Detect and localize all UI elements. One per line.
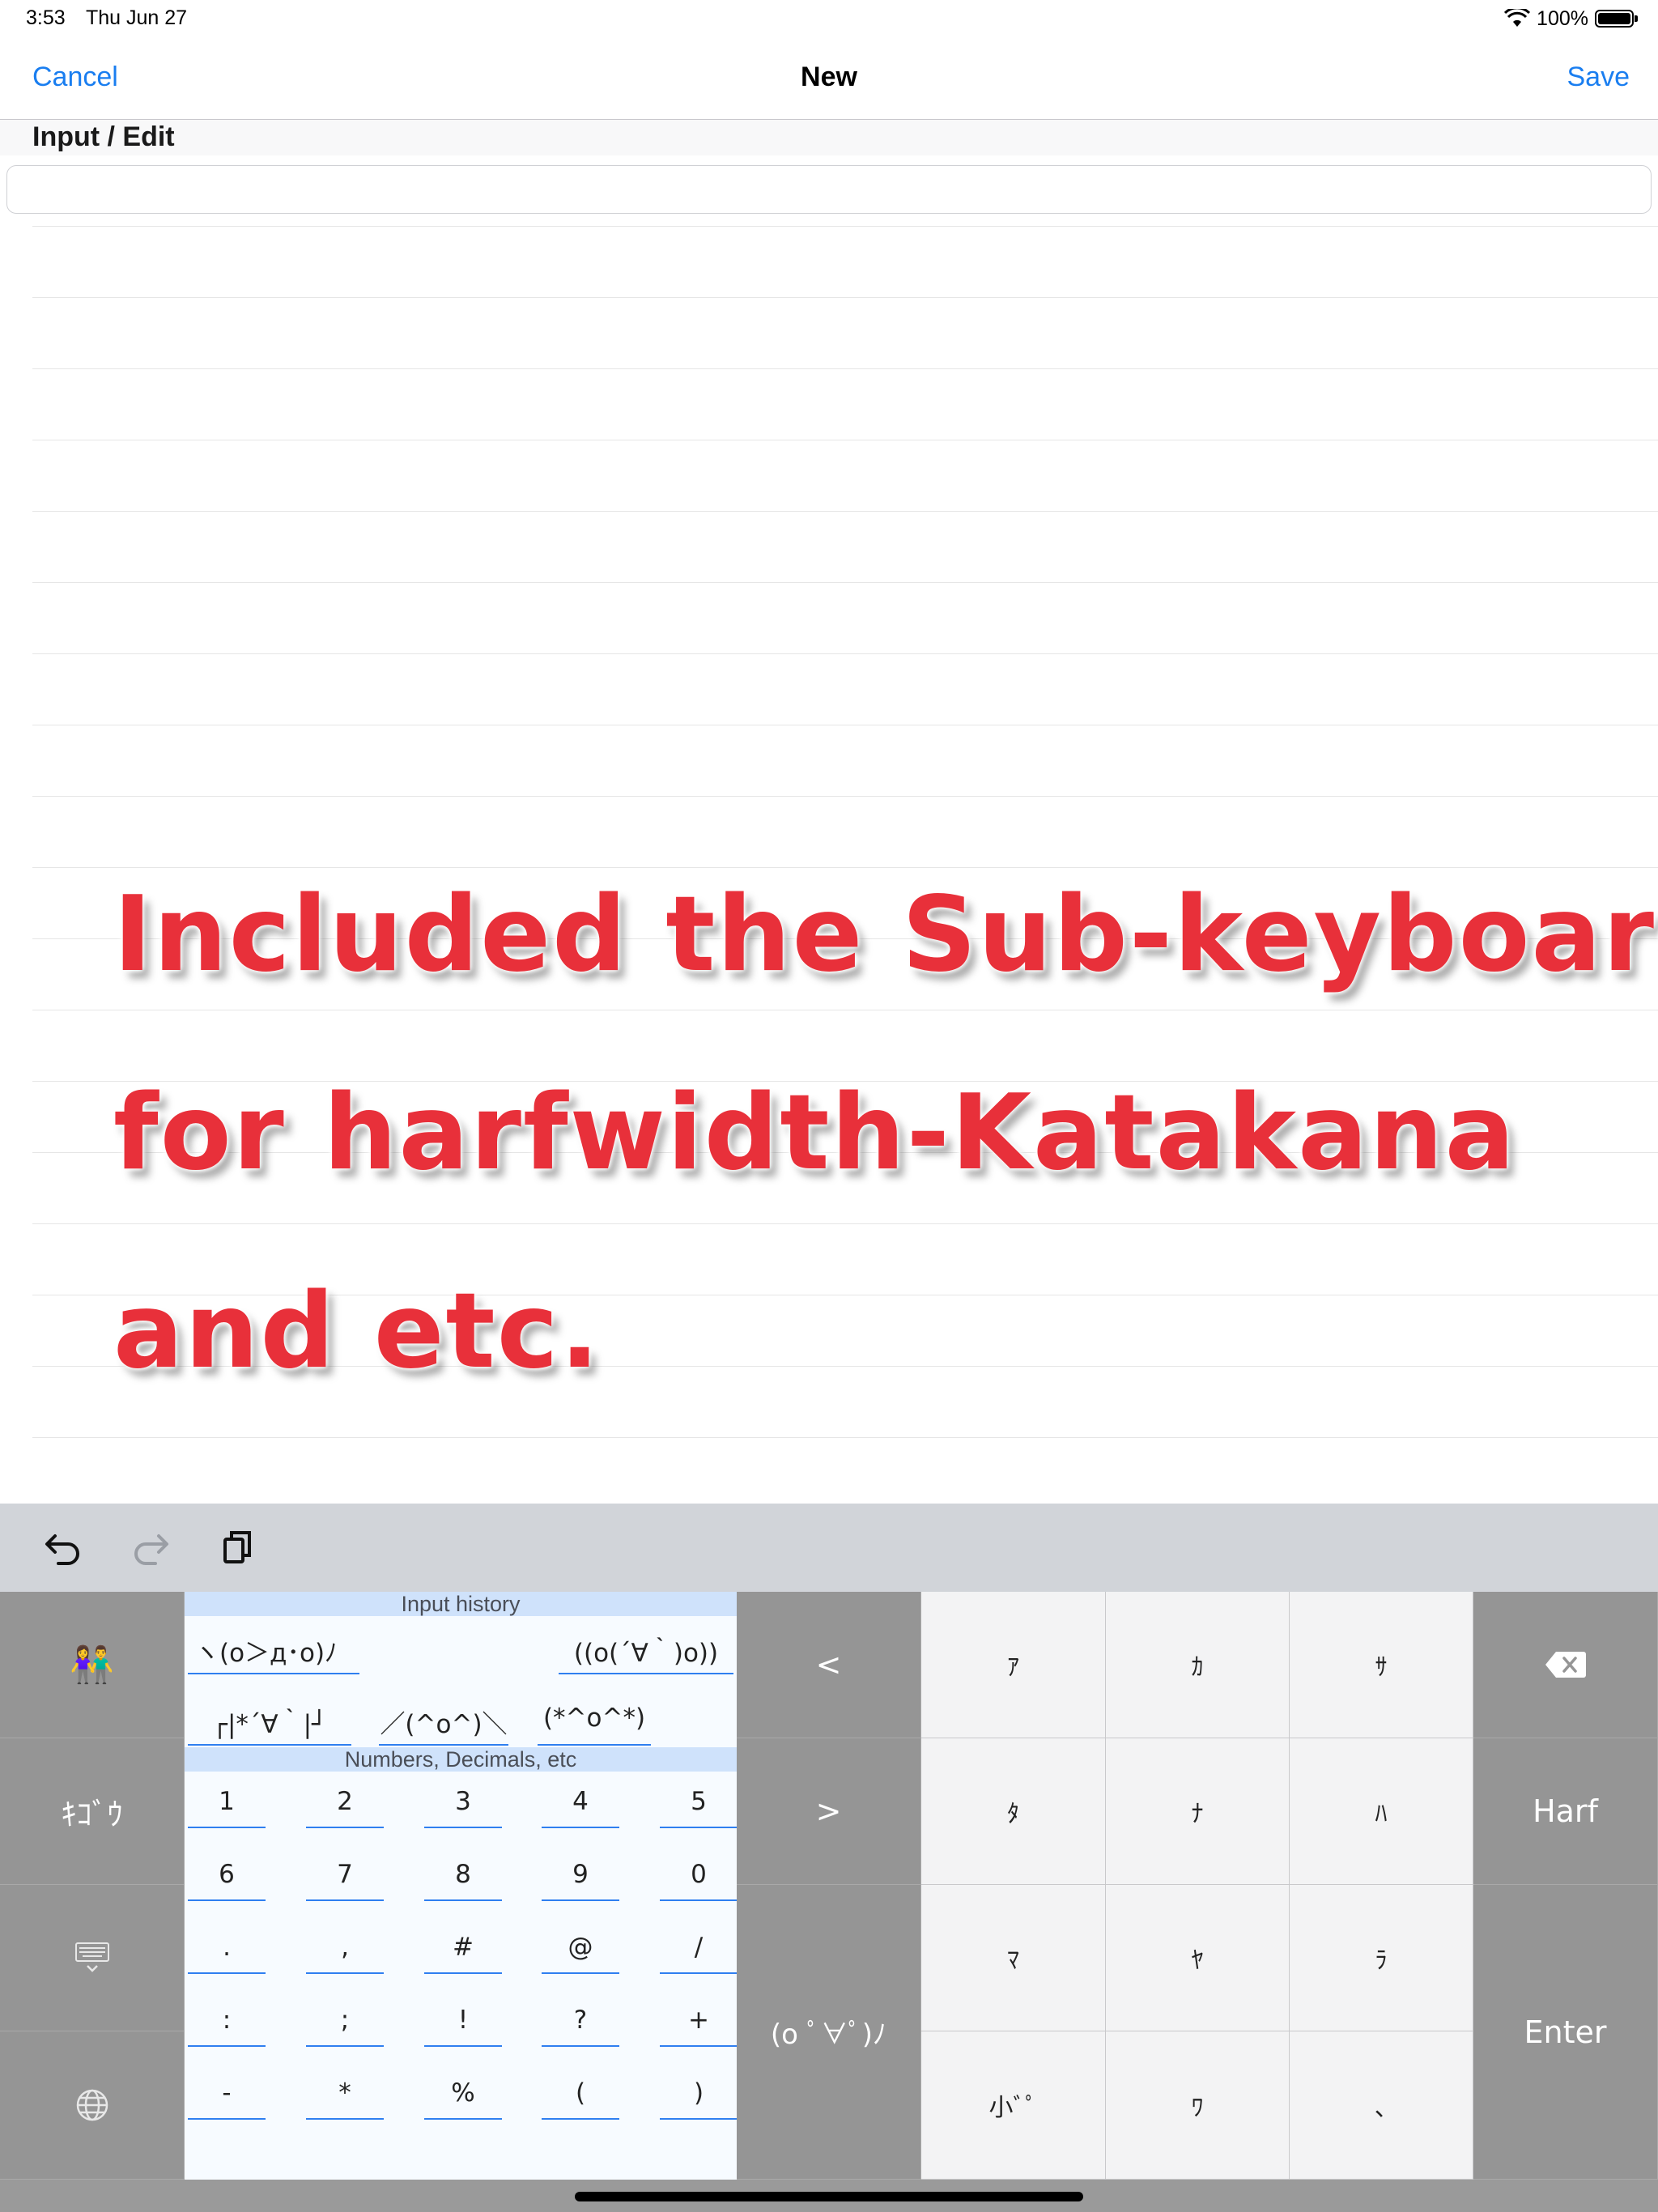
kana-key-ma[interactable]: ﾏ (921, 1885, 1106, 2031)
promo-line-3: and etc. (113, 1271, 602, 1392)
sub-keyboard-panel: Input history ヽ(o＞д･o)ﾉ ((o(´∀｀)o)) ┌|*´… (185, 1592, 738, 2180)
kana-key-na[interactable]: ﾅ (1106, 1738, 1290, 1885)
number-key[interactable]: 8 (424, 1853, 502, 1901)
cursor-right-key[interactable]: > (737, 1738, 921, 1885)
number-key[interactable]: - (188, 2071, 266, 2120)
cursor-left-key[interactable]: < (737, 1592, 921, 1738)
number-key[interactable]: . (188, 1925, 266, 1974)
number-key[interactable]: + (660, 1998, 738, 2047)
kana-key-ha[interactable]: ﾊ (1290, 1738, 1473, 1885)
section-header-band (0, 120, 1658, 155)
globe-key[interactable] (0, 2031, 185, 2180)
number-key[interactable]: 2 (306, 1780, 384, 1828)
ruled-line (32, 582, 1658, 583)
history-item[interactable]: (*^o^*) (538, 1704, 651, 1746)
number-key[interactable]: 5 (660, 1780, 738, 1828)
status-date: Thu Jun 27 (86, 6, 188, 29)
save-button[interactable]: Save (1567, 62, 1630, 93)
keyboard-hide-icon (74, 1942, 109, 1972)
number-key[interactable]: / (660, 1925, 738, 1974)
globe-icon (76, 2089, 108, 2121)
wifi-icon (1504, 9, 1531, 27)
history-item[interactable]: ((o(´∀｀)o)) (559, 1632, 733, 1674)
number-key[interactable]: 6 (188, 1853, 266, 1901)
delete-icon (1545, 1652, 1586, 1678)
status-indicators: 100% (1504, 5, 1638, 32)
number-key[interactable]: 3 (424, 1780, 502, 1828)
number-key[interactable]: % (424, 2071, 502, 2120)
history-item[interactable]: ヽ(o＞д･o)ﾉ (188, 1632, 359, 1674)
promo-line-1: Included the Sub-keyboard (113, 874, 1658, 995)
number-key[interactable]: ) (660, 2071, 738, 2120)
number-key[interactable]: ( (542, 2071, 619, 2120)
promo-line-2: for harfwidth-Katakana (113, 1073, 1516, 1193)
number-key[interactable]: # (424, 1925, 502, 1974)
kana-key-a[interactable]: ｱ (921, 1592, 1106, 1738)
ruled-line (32, 368, 1658, 369)
section-header: Input / Edit (32, 121, 175, 152)
number-key[interactable]: 7 (306, 1853, 384, 1901)
copy-icon[interactable] (215, 1525, 261, 1570)
history-item[interactable]: ／(^o^)＼ (379, 1704, 508, 1746)
hide-keyboard-key[interactable] (0, 1885, 185, 2031)
numbers-header: Numbers, Decimals, etc (185, 1747, 737, 1772)
kana-key-comma[interactable]: ､ (1290, 2031, 1473, 2180)
number-key[interactable]: : (188, 1998, 266, 2047)
ruled-line (32, 511, 1658, 512)
history-item[interactable]: ┌|*´∀｀|┘ (188, 1704, 351, 1746)
kana-key-sa[interactable]: ｻ (1290, 1592, 1473, 1738)
harf-key[interactable]: Harf (1473, 1738, 1658, 1885)
input-history-header: Input history (185, 1592, 737, 1616)
number-key[interactable]: * (306, 2071, 384, 2120)
ruled-line (32, 226, 1658, 227)
battery-icon (1595, 10, 1638, 28)
number-key[interactable]: @ (542, 1925, 619, 1974)
ruled-line (32, 867, 1658, 868)
emoji-key[interactable]: 👫 (0, 1592, 185, 1738)
ruled-line (32, 653, 1658, 654)
number-key[interactable]: , (306, 1925, 384, 1974)
status-time: 3:53 (26, 6, 66, 29)
number-key[interactable]: ? (542, 1998, 619, 2047)
kaomoji-key[interactable]: (o ﾟ∀ﾟ)ﾉ (737, 1885, 921, 2180)
enter-key[interactable]: Enter (1473, 1885, 1658, 2180)
delete-key[interactable] (1473, 1592, 1658, 1738)
navigation-bar: Cancel New Save (0, 32, 1658, 120)
kana-key-wa[interactable]: ﾜ (1106, 2031, 1290, 2180)
kigou-key[interactable]: ｷｺﾞｳ (0, 1738, 185, 1885)
number-key[interactable]: 9 (542, 1853, 619, 1901)
number-key[interactable]: ! (424, 1998, 502, 2047)
number-key[interactable]: 4 (542, 1780, 619, 1828)
couple-emoji: 👫 (70, 1644, 114, 1686)
ruled-line (32, 1223, 1658, 1224)
ruled-line (32, 297, 1658, 298)
kana-key-ya[interactable]: ﾔ (1106, 1885, 1290, 2031)
number-key[interactable]: 1 (188, 1780, 266, 1828)
kana-key-small-dakuten[interactable]: 小ﾞﾟ (921, 2031, 1106, 2180)
battery-percent: 100% (1537, 6, 1588, 30)
undo-icon[interactable] (40, 1525, 86, 1570)
home-indicator (575, 2192, 1083, 2201)
ruled-line (32, 1437, 1658, 1438)
ruled-line (32, 796, 1658, 797)
text-input[interactable] (6, 165, 1652, 214)
number-key[interactable]: 0 (660, 1853, 738, 1901)
redo-icon[interactable] (128, 1525, 173, 1570)
page-title: New (801, 62, 857, 92)
kana-key-ka[interactable]: ｶ (1106, 1592, 1290, 1738)
kana-key-ra[interactable]: ﾗ (1290, 1885, 1473, 2031)
kana-key-ta[interactable]: ﾀ (921, 1738, 1106, 1885)
number-key[interactable]: ; (306, 1998, 384, 2047)
